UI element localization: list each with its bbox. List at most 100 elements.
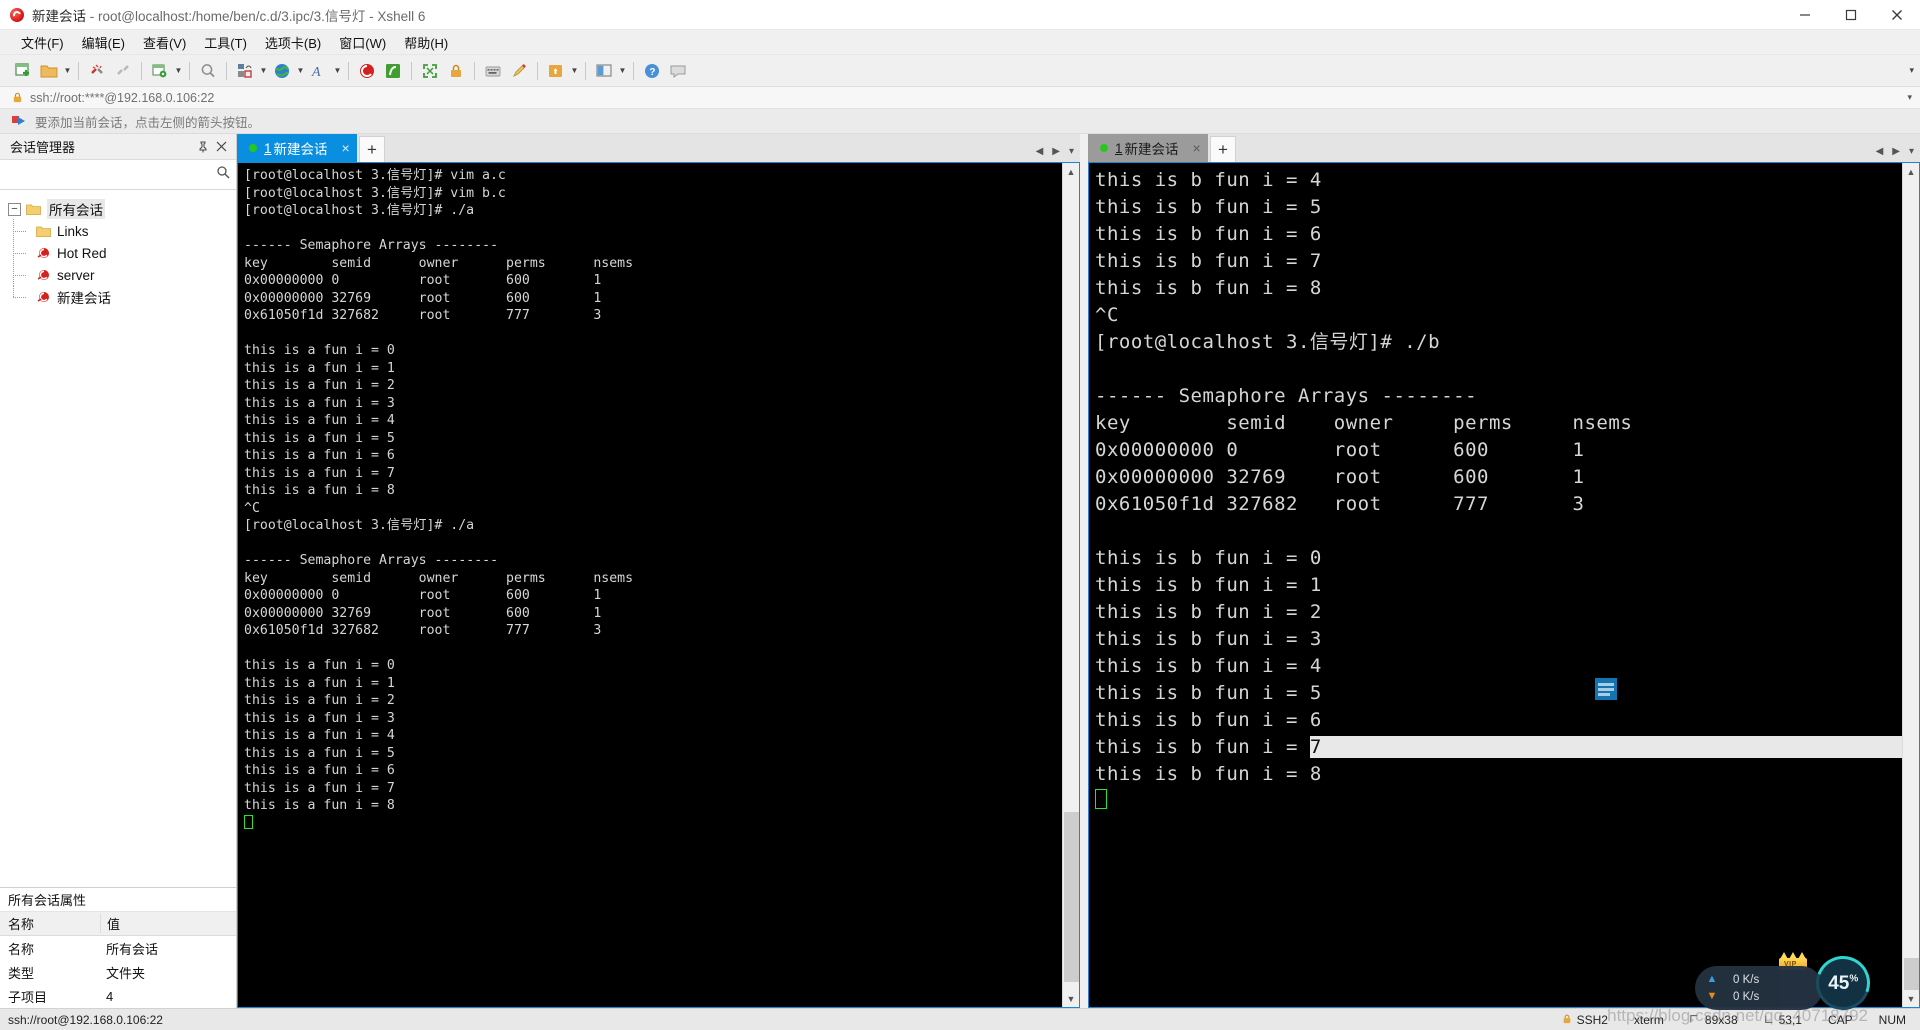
search-input[interactable] [8,167,216,182]
selected-line-value: 7 [1309,736,1322,758]
tab-close-icon[interactable]: × [342,141,350,155]
globe-icon[interactable] [270,59,294,83]
tree-node-hot-red[interactable]: Hot Red [0,241,236,264]
scroll-track[interactable] [1063,180,1080,990]
tab-menu-icon[interactable]: ▾ [1069,146,1074,157]
maximize-button[interactable] [1828,0,1874,30]
tab-next-icon[interactable]: ▶ [1052,146,1060,157]
scroll-thumb[interactable] [1063,811,1079,982]
menu-tools[interactable]: 工具(T) [195,30,256,55]
close-icon[interactable] [212,138,230,156]
feedback-icon[interactable] [666,59,690,83]
terminal-line: this is a fun i = 6 [244,763,395,778]
close-button[interactable] [1874,0,1920,30]
font-dropdown-caret[interactable]: ▼ [332,59,343,83]
find-icon[interactable] [196,59,220,83]
transfer-dropdown-caret[interactable]: ▼ [258,59,269,83]
terminal-line: this is a fun i = 1 [244,675,395,691]
tab-strip-left: 1 新建会话 × + ◀ ▶ ▾ [237,134,1080,162]
terminal-line: this is a fun i = 5 [244,430,395,446]
folder-dropdown-caret[interactable]: ▼ [62,59,73,83]
toolbar-overflow-caret[interactable]: ▾ [1909,65,1914,76]
properties-row[interactable]: 类型 文件夹 [0,960,236,984]
terminal-line: [root@localhost 3.信号灯]# ./a [244,203,475,218]
new-tab-button[interactable]: + [1210,136,1236,162]
highlight-icon[interactable] [507,59,531,83]
tab-new-session-left[interactable]: 1 新建会话 × [237,134,357,162]
transfer-icon[interactable] [233,59,257,83]
session-search-row[interactable] [0,160,236,190]
menu-help[interactable]: 帮助(H) [395,30,457,55]
lock-icon [12,92,23,103]
menu-view[interactable]: 查看(V) [134,30,195,55]
tree-node-new-session[interactable]: 新建会话 [0,285,236,308]
properties-dropdown-caret[interactable]: ▼ [173,59,184,83]
compose-icon[interactable] [544,59,568,83]
tree-guide [8,241,34,264]
keyboard-icon[interactable] [481,59,505,83]
help-icon[interactable]: ? [640,59,664,83]
menu-tabs[interactable]: 选项卡(B) [256,30,330,55]
scroll-up-icon[interactable]: ▲ [1063,163,1080,180]
pane-splitter[interactable] [1080,134,1088,1008]
terminal-cursor-line [1095,788,1902,815]
fullscreen-icon[interactable] [418,59,442,83]
search-icon[interactable] [216,165,230,184]
chevron-down-icon[interactable]: ▾ [1907,92,1912,103]
scroll-thumb[interactable] [1903,957,1919,990]
tab-new-session-right[interactable]: 1 新建会话 × [1088,134,1208,162]
xshell-icon[interactable] [355,59,379,83]
scroll-up-icon[interactable]: ▲ [1903,163,1920,180]
pin-icon[interactable] [194,138,212,156]
open-folder-icon[interactable] [37,59,61,83]
window-title-main: 新建会话 [32,8,86,24]
collapse-toggle-icon[interactable]: − [8,202,21,216]
terminal-output-left[interactable]: [root@localhost 3.信号灯]# vim a.c [root@loc… [238,163,1062,1007]
disconnect-icon[interactable] [85,59,109,83]
font-icon[interactable]: A [307,59,331,83]
scrollbar-left[interactable]: ▲ ▼ [1062,163,1079,1007]
properties-panel: 所有会话属性 名称 值 名称 所有会话 类型 文件夹 子项目 4 [0,887,236,1008]
tree-node-server[interactable]: server [0,263,236,286]
document-icon[interactable] [1595,678,1617,700]
status-num-lock: NUM [1878,1012,1906,1027]
lock-icon[interactable] [444,59,468,83]
tab-menu-icon[interactable]: ▾ [1909,146,1914,157]
tab-prev-icon[interactable]: ◀ [1876,146,1884,157]
window-title-rest: - root@localhost:/home/ben/c.d/3.ipc/3.信… [86,8,426,24]
layout-dropdown-caret[interactable]: ▼ [617,59,628,83]
terminal-line: this is a fun i = 0 [244,658,395,673]
network-speed-widget[interactable]: VIP ▲ 0 K/s ▼ 0 K/s 45% [1695,947,1879,1019]
compose-dropdown-caret[interactable]: ▼ [569,59,580,83]
menu-file[interactable]: 文件(F) [12,30,73,55]
minimize-button[interactable] [1782,0,1828,30]
tab-nav-right: ◀ ▶ ▾ [1876,146,1914,157]
scroll-down-icon[interactable]: ▼ [1903,990,1920,1007]
new-tab-button[interactable]: + [359,136,385,162]
menu-window[interactable]: 窗口(W) [330,30,395,55]
reconnect-icon[interactable] [111,59,135,83]
terminal-line: key semid owner perms nsems [1095,412,1633,434]
terminal-output-right[interactable]: this is b fun i = 4 this is b fun i = 5 th… [1089,163,1902,1007]
globe-dropdown-caret[interactable]: ▼ [295,59,306,83]
xftp-icon[interactable] [381,59,405,83]
properties-row[interactable]: 名称 所有会话 [0,936,236,960]
tab-next-icon[interactable]: ▶ [1892,146,1900,157]
tab-close-icon[interactable]: × [1193,141,1201,155]
tree-node-links[interactable]: Links [0,219,236,242]
layout-icon[interactable] [592,59,616,83]
tab-prev-icon[interactable]: ◀ [1036,146,1044,157]
menu-edit[interactable]: 编辑(E) [73,30,134,55]
terminal-line: this is a fun i = 4 [244,413,395,428]
address-bar[interactable]: ssh://root:****@192.168.0.106:22 ▾ [0,87,1920,109]
session-properties-icon[interactable] [148,59,172,83]
tree-node-all-sessions[interactable]: − 所有会话 [0,198,236,220]
scroll-down-icon[interactable]: ▼ [1063,990,1080,1007]
new-session-icon[interactable] [11,59,35,83]
scrollbar-right[interactable]: ▲ ▼ [1902,163,1919,1007]
terminal-cursor [1095,789,1107,809]
scroll-track[interactable] [1903,180,1920,990]
properties-row[interactable]: 子项目 4 [0,984,236,1008]
status-protocol-cell: SSH2 [1562,1013,1608,1027]
